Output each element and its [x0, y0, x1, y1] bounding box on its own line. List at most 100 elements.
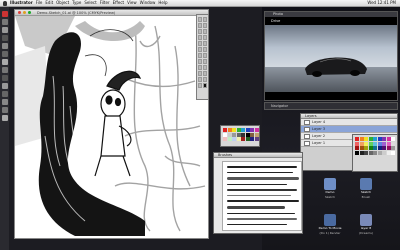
- color-swatch[interactable]: [364, 141, 368, 146]
- tool-strip-icon[interactable]: [1, 59, 8, 65]
- menu-effect[interactable]: Effect: [113, 0, 125, 6]
- color-swatch[interactable]: [377, 150, 382, 155]
- scissors-tool-icon[interactable]: [198, 77, 202, 82]
- apple-menu-icon[interactable]: [3, 0, 7, 6]
- color-swatch[interactable]: [373, 150, 377, 155]
- color-swatch[interactable]: [386, 137, 391, 141]
- color-swatch[interactable]: [386, 146, 391, 150]
- color-swatch[interactable]: [223, 137, 227, 141]
- tool-strip-icon[interactable]: [1, 27, 8, 33]
- color-swatch[interactable]: [364, 146, 368, 150]
- menu-app-name[interactable]: Illustrator: [10, 0, 33, 6]
- color-swatch[interactable]: [386, 150, 391, 155]
- brush-stroke[interactable]: [227, 206, 285, 209]
- direct-selection-tool-icon[interactable]: [203, 17, 207, 22]
- brush-stroke-list[interactable]: [222, 161, 302, 231]
- brush-stroke[interactable]: [227, 224, 287, 225]
- brush-stroke[interactable]: [227, 166, 297, 168]
- artboard-canvas[interactable]: [15, 16, 208, 238]
- color-swatch[interactable]: [250, 128, 254, 132]
- color-swatch[interactable]: [236, 132, 241, 137]
- brush-stroke[interactable]: [227, 189, 297, 191]
- tool-strip-icon[interactable]: [1, 99, 8, 105]
- brush-stroke[interactable]: [227, 184, 287, 185]
- layer-row[interactable]: Layer 4: [301, 119, 397, 126]
- warp-tool-icon[interactable]: [198, 53, 202, 58]
- color-swatch[interactable]: [377, 146, 382, 150]
- menu-file[interactable]: File: [36, 0, 43, 6]
- menu-type[interactable]: Type: [72, 0, 81, 6]
- color-swatch[interactable]: [355, 137, 359, 141]
- color-swatch[interactable]: [377, 137, 382, 141]
- color-swatch[interactable]: [355, 141, 359, 146]
- menu-window[interactable]: Window: [140, 0, 156, 6]
- color-swatch[interactable]: [232, 128, 236, 132]
- lasso-tool-icon[interactable]: [203, 23, 207, 28]
- tool-strip-icon[interactable]: [1, 19, 8, 25]
- menu-edit[interactable]: Edit: [45, 0, 53, 6]
- color-swatch[interactable]: [223, 128, 227, 132]
- brush-stroke[interactable]: [227, 172, 293, 173]
- brush-stroke[interactable]: [227, 195, 291, 196]
- brush-stroke[interactable]: [227, 218, 297, 220]
- desktop-icon[interactable]: Sketch Brush: [352, 178, 380, 199]
- tool-strip-icon[interactable]: [1, 115, 8, 121]
- brush-stroke[interactable]: [227, 213, 295, 214]
- brush-stroke[interactable]: [227, 200, 299, 202]
- color-swatch[interactable]: [254, 132, 259, 137]
- color-swatch[interactable]: [359, 141, 364, 146]
- color-swatch[interactable]: [391, 141, 395, 146]
- line-tool-icon[interactable]: [198, 35, 202, 40]
- tool-strip-icon[interactable]: [1, 11, 8, 17]
- mesh-tool-icon[interactable]: [198, 65, 202, 70]
- paintbrush-tool-icon[interactable]: [198, 41, 202, 46]
- color-swatch[interactable]: [245, 128, 250, 132]
- color-swatch[interactable]: [254, 128, 259, 132]
- pencil-tool-icon[interactable]: [203, 41, 207, 46]
- color-swatch[interactable]: [250, 137, 254, 141]
- color-swatch[interactable]: [386, 141, 391, 146]
- color-swatch[interactable]: [223, 132, 227, 137]
- color-swatch[interactable]: [245, 132, 250, 137]
- color-swatch[interactable]: [241, 132, 245, 137]
- brushes-panel-title[interactable]: Brushes: [214, 153, 302, 158]
- blend-tool-icon[interactable]: [203, 71, 207, 76]
- brush-stroke[interactable]: [227, 177, 299, 180]
- color-swatch[interactable]: [368, 150, 373, 155]
- color-swatch[interactable]: [368, 146, 373, 150]
- graph-tool-icon[interactable]: [203, 59, 207, 64]
- color-swatch[interactable]: [368, 141, 373, 146]
- color-swatch[interactable]: [373, 141, 377, 146]
- color-swatch[interactable]: [236, 137, 241, 141]
- fill-color-icon[interactable]: [203, 83, 207, 88]
- color-swatch[interactable]: [373, 146, 377, 150]
- minimize-button[interactable]: [23, 11, 26, 14]
- color-swatch[interactable]: [391, 150, 395, 155]
- symbol-tool-icon[interactable]: [198, 59, 202, 64]
- color-swatch[interactable]: [373, 137, 377, 141]
- color-swatch[interactable]: [227, 132, 232, 137]
- color-swatch[interactable]: [359, 150, 364, 155]
- color-swatch[interactable]: [359, 146, 364, 150]
- gradient-tool-icon[interactable]: [203, 65, 207, 70]
- tool-strip-icon[interactable]: [1, 67, 8, 73]
- free-transform-tool-icon[interactable]: [203, 53, 207, 58]
- menu-filter[interactable]: Filter: [100, 0, 110, 6]
- color-swatch[interactable]: [355, 146, 359, 150]
- color-swatch[interactable]: [364, 137, 368, 141]
- color-swatch[interactable]: [382, 150, 386, 155]
- zoom-tool-icon[interactable]: [198, 83, 202, 88]
- color-swatch[interactable]: [250, 132, 254, 137]
- desktop-icon[interactable]: Demo Sketch: [316, 178, 344, 199]
- tool-strip-icon[interactable]: [1, 107, 8, 113]
- tool-strip-icon[interactable]: [1, 75, 8, 81]
- desktop-icon[interactable]: layer 8 (Dreams): [352, 214, 380, 235]
- desktop-icon[interactable]: Demo To Movie (Do 1) Render: [316, 214, 344, 235]
- navigator-panel[interactable]: Navigator: [264, 102, 398, 110]
- rectangle-tool-icon[interactable]: [203, 35, 207, 40]
- tool-strip-icon[interactable]: [1, 51, 8, 57]
- selection-tool-icon[interactable]: [198, 17, 202, 22]
- tool-strip-icon[interactable]: [1, 43, 8, 49]
- color-swatch[interactable]: [236, 128, 241, 132]
- close-button[interactable]: [18, 11, 21, 14]
